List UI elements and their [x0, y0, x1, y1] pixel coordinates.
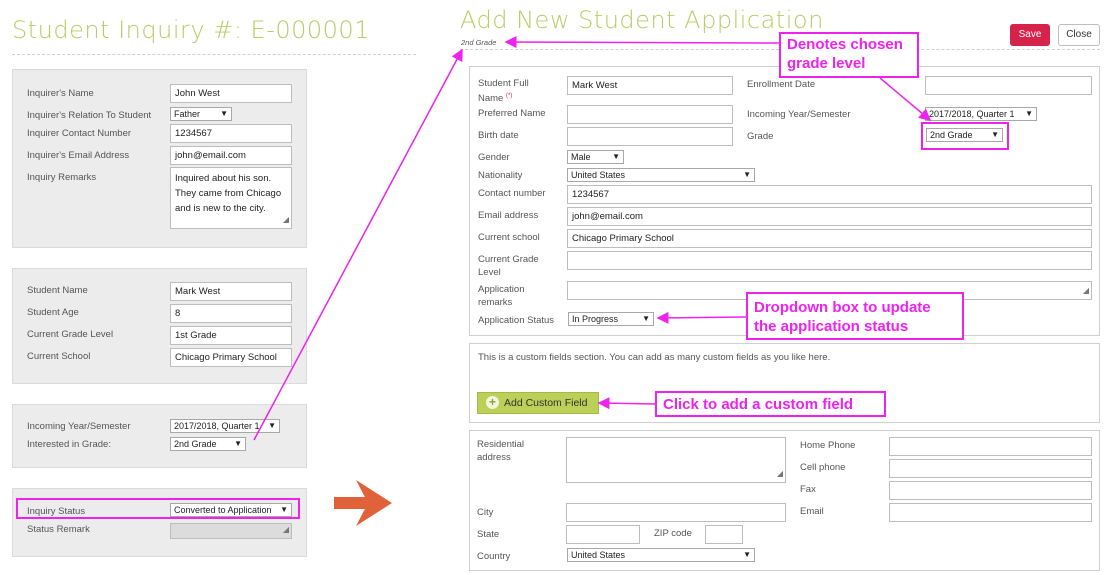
arrow-grade-to-subtitle [253, 48, 463, 441]
arrow-annotation-to-add-button [597, 397, 656, 410]
arrow-annotation-to-subtitle [504, 36, 780, 49]
arrow-annotation-to-status [656, 311, 747, 324]
annotation-arrows [253, 36, 932, 441]
arrow-annotation-to-grade [879, 77, 932, 121]
